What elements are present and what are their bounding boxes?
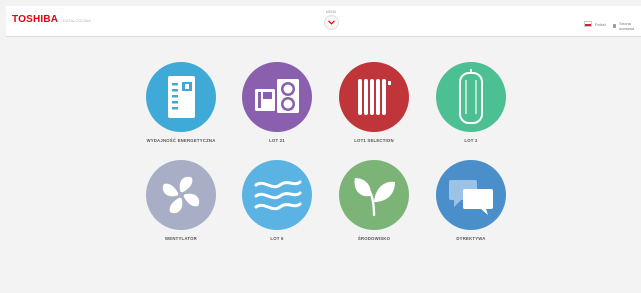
chevron-down-icon[interactable]	[323, 15, 339, 30]
heat-pump-units-icon[interactable]	[242, 62, 312, 132]
water-tank-icon[interactable]	[436, 62, 506, 132]
radiator-icon[interactable]	[339, 62, 409, 132]
tile-label: WENTYLATOR	[165, 236, 197, 241]
tile-label: LOT1 SELECTION	[354, 138, 394, 143]
tile-lot1-selection[interactable]: LOT1 SELECTION	[319, 62, 429, 143]
control-panel-icon[interactable]	[146, 62, 216, 132]
tile-label: LOT 21	[269, 138, 285, 143]
airflow-icon[interactable]	[242, 160, 312, 230]
speech-bubbles-icon[interactable]	[436, 160, 506, 230]
tile-lot-6[interactable]: LOT 6	[222, 160, 332, 241]
toshiba-logo[interactable]: TOSHIBA	[12, 14, 58, 25]
tile-directive[interactable]: DYREKTYWA	[416, 160, 526, 241]
tile-label: DYREKTYWA	[456, 236, 486, 241]
tile-label: LOT 6	[270, 236, 284, 241]
tile-label: LOT 2	[464, 138, 478, 143]
home-icon	[613, 24, 617, 28]
tile-label: ŚRODOWISKO	[357, 236, 391, 241]
menu-toggle-button[interactable]: MENU	[320, 10, 342, 35]
leaf-icon[interactable]	[339, 160, 409, 230]
tile-lot-2[interactable]: LOT 2	[416, 62, 526, 143]
brand-subtitle: KATALOGOWA	[63, 18, 91, 23]
home-label: Strona domowa	[619, 21, 635, 31]
top-header: TOSHIBA KATALOGOWA MENU Polski Strona do…	[6, 6, 641, 37]
app-frame: TOSHIBA KATALOGOWA MENU Polski Strona do…	[0, 0, 641, 293]
brand[interactable]: TOSHIBA KATALOGOWA	[12, 14, 91, 25]
tile-lot-21[interactable]: LOT 21	[222, 62, 332, 143]
language-label: Polski	[595, 21, 606, 27]
tile-environment[interactable]: ŚRODOWISKO	[319, 160, 429, 241]
polish-flag-icon	[584, 21, 592, 27]
tile-energy-efficiency[interactable]: WYDAJNOŚĆ ENERGETYCZNA	[126, 62, 236, 143]
fan-icon[interactable]	[146, 160, 216, 230]
home-link[interactable]: Strona domowa	[613, 21, 641, 31]
tile-fan[interactable]: WENTYLATOR	[126, 160, 236, 241]
language-selector[interactable]: Polski	[584, 21, 606, 27]
tile-label: WYDAJNOŚĆ ENERGETYCZNA	[146, 138, 216, 143]
